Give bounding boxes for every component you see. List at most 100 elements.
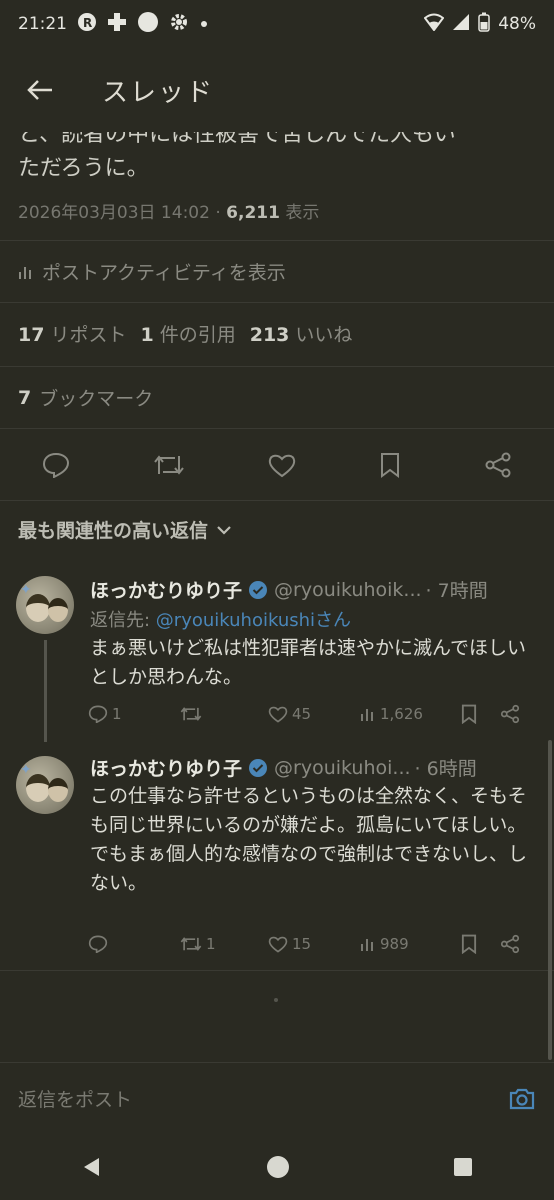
repost-icon [180,937,202,951]
reply-actions: 1 45 1,626 [88,704,538,724]
reply-likes-count: 15 [292,935,312,953]
share-icon[interactable] [500,704,520,724]
back-button[interactable] [0,55,80,125]
reply-input-placeholder[interactable]: 返信をポスト [18,1085,132,1112]
likes-count: 213 [249,324,290,346]
bar-chart-icon [361,709,373,721]
reposts-count: 17 [18,324,45,346]
app-header: スレッド [0,55,554,125]
reposts-stat[interactable]: 17 リポスト [18,320,126,347]
tweet-meta: 2026年03月03日 14:02 · 6,211 表示 [18,198,319,223]
repost-icon [180,707,202,721]
nav-recents-icon[interactable] [453,1157,473,1177]
chevron-down-icon [217,525,231,535]
avatar[interactable]: ✦ [16,756,74,814]
quotes-label: 件の引用 [159,324,236,346]
reply-views-button[interactable]: 1,626 [360,705,460,723]
nav-back-icon[interactable] [81,1156,103,1178]
bookmarks-label: ブックマーク [39,388,154,410]
reply-like-button[interactable]: 45 [268,705,360,723]
reply-repost-button[interactable]: 1 [180,935,268,953]
reply-like-button[interactable]: 15 [268,935,360,953]
reply-to-user[interactable]: @ryouikuhoikushi [156,610,315,631]
reply-replies-count: 1 [112,705,122,723]
scrollbar[interactable] [548,740,552,1060]
reply-reply-button[interactable] [88,935,180,953]
reply-to: 返信先: @ryouikuhoikushiさん [90,606,351,632]
reply-views-button[interactable]: 989 [360,935,460,953]
nav-home-icon[interactable] [266,1155,290,1179]
bookmark-icon[interactable] [460,934,478,954]
reply-composer[interactable]: 返信をポスト [0,1062,554,1134]
likes-stat[interactable]: 213 いいね [250,320,353,347]
tweet-views: 6,211 [226,203,280,223]
repost-icon[interactable] [153,452,185,478]
signal-icon [452,13,470,36]
reply-actions: 1 15 989 [88,934,538,954]
reply-time[interactable]: · 6時間 [415,754,477,781]
reply-icon [88,935,108,953]
divider [0,240,554,241]
meta-separator: · [209,203,227,223]
loading-dot [274,998,278,1002]
like-icon [268,706,288,723]
divider [0,500,554,501]
status-time: 21:21 [18,14,67,34]
reply-icon[interactable] [42,452,70,478]
reply-author-handle[interactable]: @ryouikuhoi... [274,757,411,779]
reply-repost-button[interactable] [180,705,268,723]
divider [0,970,554,971]
divider [0,366,554,367]
quotes-count: 1 [140,324,154,346]
camera-icon[interactable] [508,1087,536,1111]
header-overlap [0,118,554,132]
reply-to-suffix: さん [315,610,352,631]
circle-icon [137,11,159,38]
verified-badge-icon [249,758,268,777]
quotes-stat[interactable]: 1 件の引用 [140,320,235,347]
reply-likes-count: 45 [292,705,312,723]
dot-icon [199,14,209,34]
tweet-text-line-2: ただろうに。 [18,156,149,181]
battery-icon [478,12,490,37]
reply-reply-button[interactable]: 1 [88,705,180,723]
reply-author-name[interactable]: ほっかむりゆり子 [90,754,242,781]
like-icon[interactable] [268,452,296,478]
reply-to-prefix: 返信先: [90,610,156,631]
wifi-icon [423,13,445,36]
reply-icon [88,705,108,723]
sort-label: 最も関連性の高い返信 [18,520,209,542]
reply-author-name[interactable]: ほっかむりゆり子 [90,576,242,603]
reply-header: ほっかむりゆり子 @ryouikuhoi... · 6時間 [90,754,477,781]
reply-time[interactable]: · 7時間 [426,576,488,603]
divider [0,302,554,303]
page-title: スレッド [102,77,215,108]
views-label: 表示 [279,203,320,223]
share-icon[interactable] [500,934,520,954]
like-icon [268,936,288,953]
reply-sort-selector[interactable]: 最も関連性の高い返信 [18,516,232,543]
bookmarks-stat[interactable]: 7 ブックマーク [18,384,153,411]
svg-text:R: R [83,16,92,30]
settings-icon [169,12,189,37]
thread-line [44,640,47,742]
bookmark-icon[interactable] [379,452,401,478]
post-activity-link[interactable]: ポストアクティビティを表示 [18,258,286,285]
bookmarks-count: 7 [18,386,32,409]
tweet-timestamp[interactable]: 2026年03月03日 14:02 [18,203,210,223]
avatar[interactable]: ✦ [16,576,74,634]
verified-badge-icon [249,580,268,599]
reply-reposts-count: 1 [206,935,216,953]
tweet-action-bar [0,440,554,490]
post-activity-label: ポストアクティビティを表示 [42,262,286,284]
r-app-icon: R [77,12,97,37]
plus-icon [107,12,127,37]
bookmark-icon[interactable] [460,704,478,724]
reply-views-count: 989 [380,935,409,953]
share-icon[interactable] [484,452,512,478]
reply-header: ほっかむりゆり子 @ryouikuhoik... · 7時間 [90,576,488,603]
reply-views-count: 1,626 [380,705,423,723]
reply-author-handle[interactable]: @ryouikuhoik... [274,579,422,601]
divider [0,428,554,429]
tweet-stats: 17 リポスト 1 件の引用 213 いいね [18,320,352,347]
